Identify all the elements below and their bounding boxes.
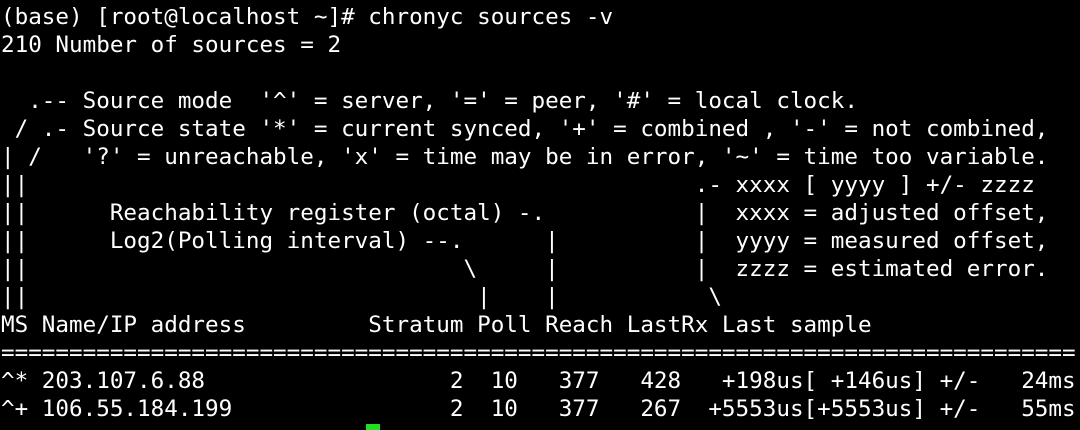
legend-source-state: / .- Source state '*' = current synced, … (1, 116, 1049, 142)
table-separator: ========================================… (1, 340, 1076, 366)
command-line: (base) [root@localhost ~]# chronyc sourc… (1, 4, 614, 30)
legend-source-mode: .-- Source mode '^' = server, '=' = peer… (1, 88, 858, 114)
legend-error: || \ | | zzzz = estimated error. (1, 256, 1049, 282)
terminal-window[interactable]: (base) [root@localhost ~]# chronyc sourc… (0, 0, 1080, 430)
legend-state-cont: | / '?' = unreachable, 'x' = time may be… (1, 144, 1049, 170)
table-row: ^+ 106.55.184.199 2 10 377 267 +5553us[+… (1, 396, 1076, 422)
table-header: MS Name/IP address Stratum Poll Reach La… (1, 312, 872, 338)
legend-polling: || Log2(Polling interval) --. | | yyyy =… (1, 228, 1049, 254)
source-count-line: 210 Number of sources = 2 (1, 32, 342, 58)
legend-sample-format: || .- xxxx [ yyyy ] +/- zzzz (1, 172, 1035, 198)
legend-reachability: || Reachability register (octal) -. | xx… (1, 200, 1049, 226)
table-row: ^* 203.107.6.88 2 10 377 428 +198us[ +14… (1, 368, 1076, 394)
terminal-cursor (366, 424, 380, 430)
legend-connectors: || | | \ (1, 284, 722, 310)
